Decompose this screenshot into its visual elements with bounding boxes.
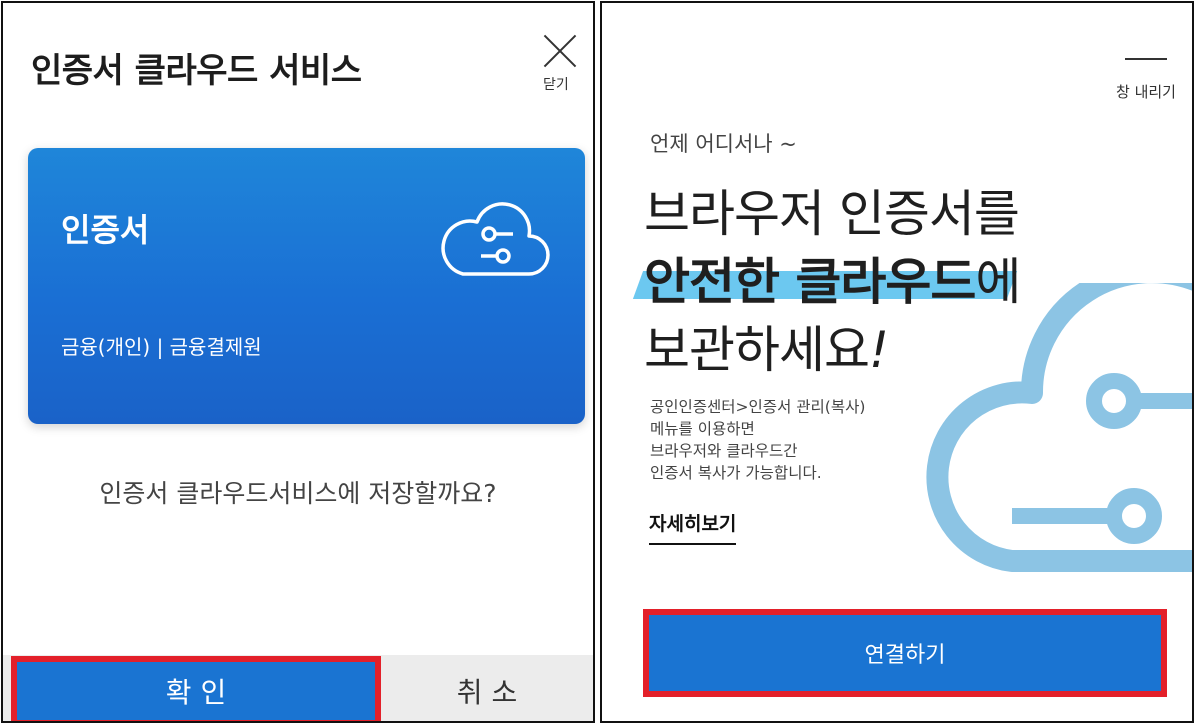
- headline-exclamation: !: [869, 321, 889, 379]
- close-button[interactable]: 닫기: [538, 31, 586, 95]
- minimize-icon: [1125, 58, 1167, 60]
- minimize-button[interactable]: 창 내리기: [1112, 51, 1192, 101]
- save-question: 인증서 클라우드서비스에 저장할까요?: [99, 479, 497, 508]
- tagline: 언제 어디서나 ~: [650, 132, 797, 156]
- detail-link[interactable]: 자세히보기: [649, 509, 737, 545]
- headline-highlight: 안전한 클라우드: [644, 242, 976, 314]
- headline-line-2: 안전한 클라우드에: [644, 242, 1021, 314]
- confirm-button[interactable]: 확 인: [11, 656, 381, 721]
- certificate-card[interactable]: 인증서 금융(개인) | 금융결제원: [28, 148, 585, 424]
- cloud-save-dialog: 인증서 클라우드 서비스 닫기 인증서 금융(개인) | 금융결제원 인증서 클…: [1, 1, 595, 723]
- cloud-connect-icon: [441, 202, 550, 276]
- certificate-title: 인증서: [61, 211, 150, 249]
- headline-line-3: 보관하세요!: [644, 310, 889, 382]
- dialog-title: 인증서 클라우드 서비스: [31, 51, 362, 91]
- cloud-promo-dialog: 창 내리기 언제 어디서나 ~ 브라우저 인증서를 안전한 클라우드에 보관하세…: [600, 1, 1194, 723]
- certificate-issuer: 금융(개인) | 금융결제원: [61, 335, 262, 359]
- cloud-illustration: [926, 283, 1192, 572]
- headline-line-1: 브라우저 인증서를: [644, 185, 1020, 243]
- description-line: 공인인증센터>인증서 관리(복사): [650, 398, 866, 416]
- close-icon: [542, 33, 578, 69]
- connect-button[interactable]: 연결하기: [643, 609, 1167, 697]
- cancel-button[interactable]: 취 소: [381, 656, 593, 721]
- headline-line-3-text: 보관하세요: [644, 321, 870, 379]
- description-line: 인증서 복사가 가능합니다.: [650, 464, 822, 482]
- minimize-label: 창 내리기: [1116, 83, 1176, 101]
- description-line: 메뉴를 이용하면: [650, 420, 755, 438]
- close-label: 닫기: [543, 77, 569, 93]
- description: 공인인증센터>인증서 관리(복사) 메뉴를 이용하면 브라우저와 클라우드간 인…: [650, 396, 865, 484]
- headline-line-2-suffix: 에: [975, 242, 1021, 314]
- description-line: 브라우저와 클라우드간: [650, 442, 798, 460]
